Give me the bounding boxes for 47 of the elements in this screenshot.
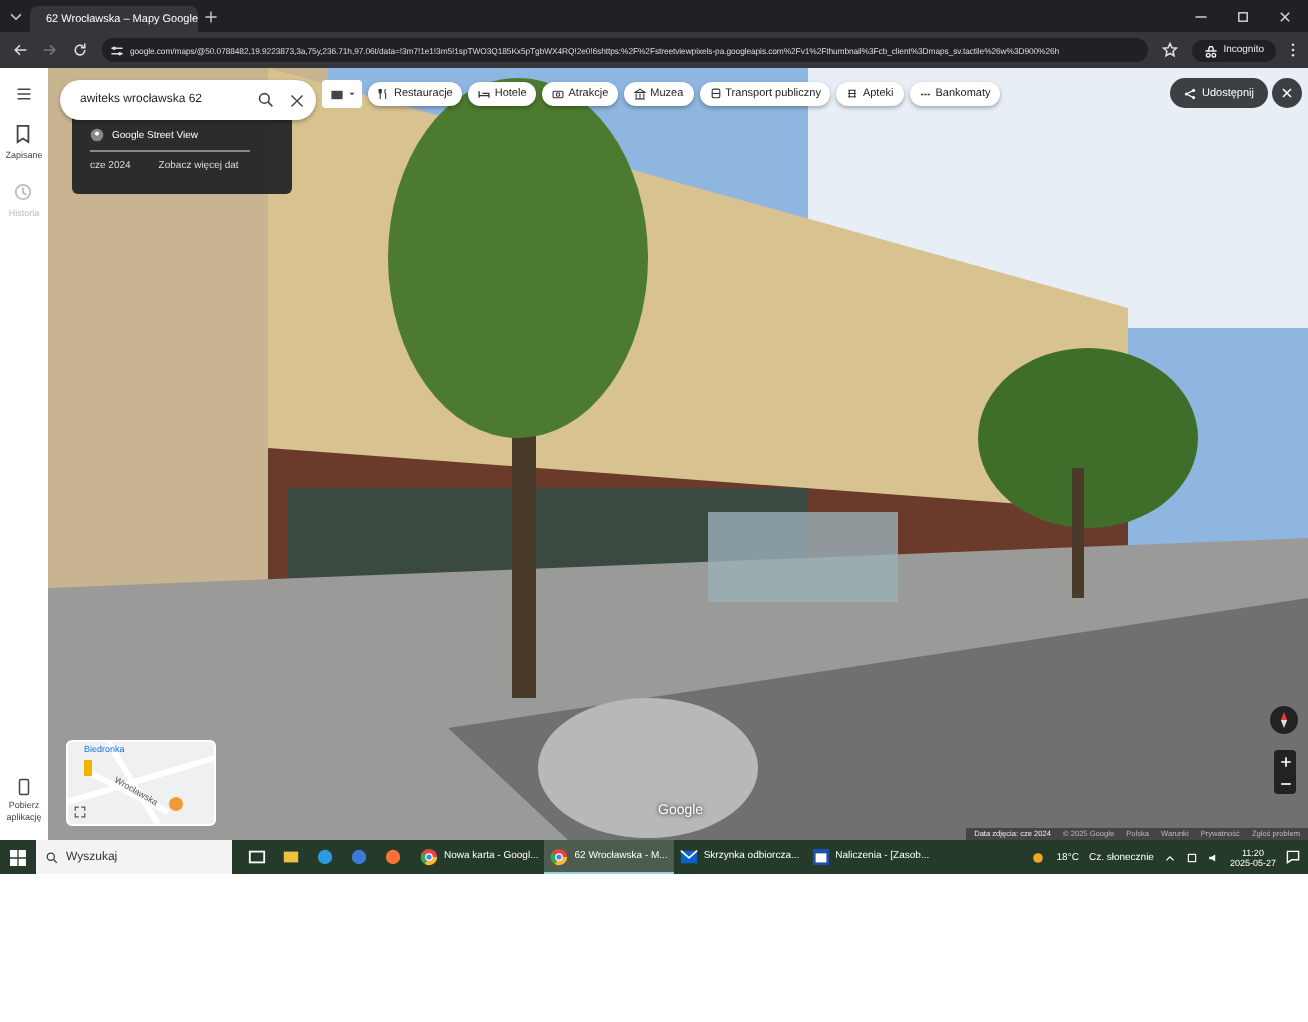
- dash-icon: [919, 88, 932, 100]
- bus-icon: [709, 88, 722, 100]
- notification-icon: [1286, 850, 1300, 864]
- clock-icon: [14, 182, 33, 202]
- search-icon: [46, 851, 58, 863]
- app-window-icon: [811, 847, 830, 865]
- menu-icon: [1290, 42, 1296, 58]
- forward-icon: [42, 42, 58, 58]
- bookmark-icon: [14, 124, 33, 144]
- restore-icon: [1236, 9, 1250, 23]
- mail-icon: [679, 847, 698, 865]
- close-icon[interactable]: [290, 93, 304, 107]
- building-icon: [634, 88, 647, 100]
- windows-start-icon[interactable]: [10, 849, 26, 865]
- app-icon[interactable]: [350, 848, 368, 866]
- folder-icon[interactable]: [282, 848, 300, 866]
- speaker-icon: [1207, 851, 1220, 863]
- new-tab-icon[interactable]: [204, 9, 218, 23]
- fork-knife-icon: [378, 88, 390, 100]
- browser-icon[interactable]: [316, 848, 334, 866]
- task-view-icon[interactable]: [248, 848, 266, 866]
- browser-icon: [550, 847, 569, 865]
- street-view-icon: [90, 128, 104, 142]
- site-settings-icon: [110, 43, 124, 57]
- compass-needle-icon: [1276, 712, 1292, 728]
- zoom-in-icon[interactable]: [1279, 755, 1291, 767]
- camera-icon: [552, 88, 565, 100]
- chevron-up-icon: [1163, 851, 1176, 863]
- fullscreen-icon: [74, 806, 86, 818]
- back-icon: [12, 42, 28, 58]
- menu-icon[interactable]: [16, 86, 32, 102]
- tab-list-icon: [8, 8, 24, 24]
- star-icon: [1161, 42, 1178, 58]
- bed-icon: [478, 88, 491, 100]
- layers-button[interactable]: [322, 80, 362, 108]
- sun-icon: [1030, 849, 1047, 865]
- layers-icon: [328, 87, 346, 101]
- close-icon: [1278, 9, 1292, 23]
- incognito-icon: [1203, 43, 1218, 57]
- close-icon: [1282, 88, 1292, 98]
- caret-icon: [348, 90, 356, 98]
- zoom-out-icon[interactable]: [1279, 777, 1291, 789]
- phone-icon: [18, 778, 30, 797]
- share-icon: [1184, 87, 1196, 99]
- search-icon[interactable]: [258, 92, 274, 108]
- reload-icon: [72, 42, 88, 58]
- browser-icon: [420, 847, 438, 865]
